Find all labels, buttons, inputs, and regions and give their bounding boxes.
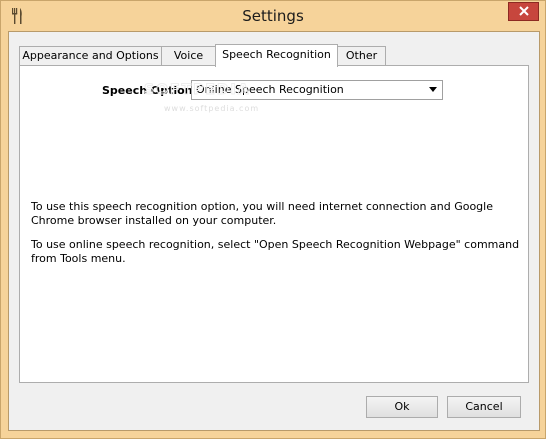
dialog-body: Appearance and Options Voice Speech Reco… bbox=[8, 31, 540, 431]
settings-window: Settings Appearance and Options Voice Sp… bbox=[0, 0, 546, 439]
tab-other[interactable]: Other bbox=[337, 46, 386, 65]
tab-speech-recognition[interactable]: Speech Recognition bbox=[215, 44, 338, 67]
title-bar[interactable]: Settings bbox=[1, 1, 545, 31]
close-button[interactable] bbox=[508, 2, 539, 21]
info-text-requirements: To use this speech recognition option, y… bbox=[31, 200, 493, 227]
speech-option-label: Speech Option: bbox=[102, 84, 197, 97]
tab-voice[interactable]: Voice bbox=[161, 46, 216, 65]
speech-recognition-panel: Speech Option: Online Speech Recognition… bbox=[19, 65, 529, 383]
cancel-button[interactable]: Cancel bbox=[447, 396, 521, 418]
tab-appearance-and-options[interactable]: Appearance and Options bbox=[19, 46, 162, 65]
ok-button[interactable]: Ok bbox=[366, 396, 438, 418]
chevron-down-icon bbox=[429, 87, 437, 92]
speech-option-value: Online Speech Recognition bbox=[196, 83, 344, 96]
watermark-url: www.softpedia.com bbox=[164, 104, 259, 113]
speech-option-dropdown[interactable]: Online Speech Recognition bbox=[191, 80, 443, 100]
close-icon bbox=[518, 5, 529, 19]
window-title: Settings bbox=[242, 7, 304, 25]
info-text-instructions: To use online speech recognition, select… bbox=[31, 238, 520, 265]
